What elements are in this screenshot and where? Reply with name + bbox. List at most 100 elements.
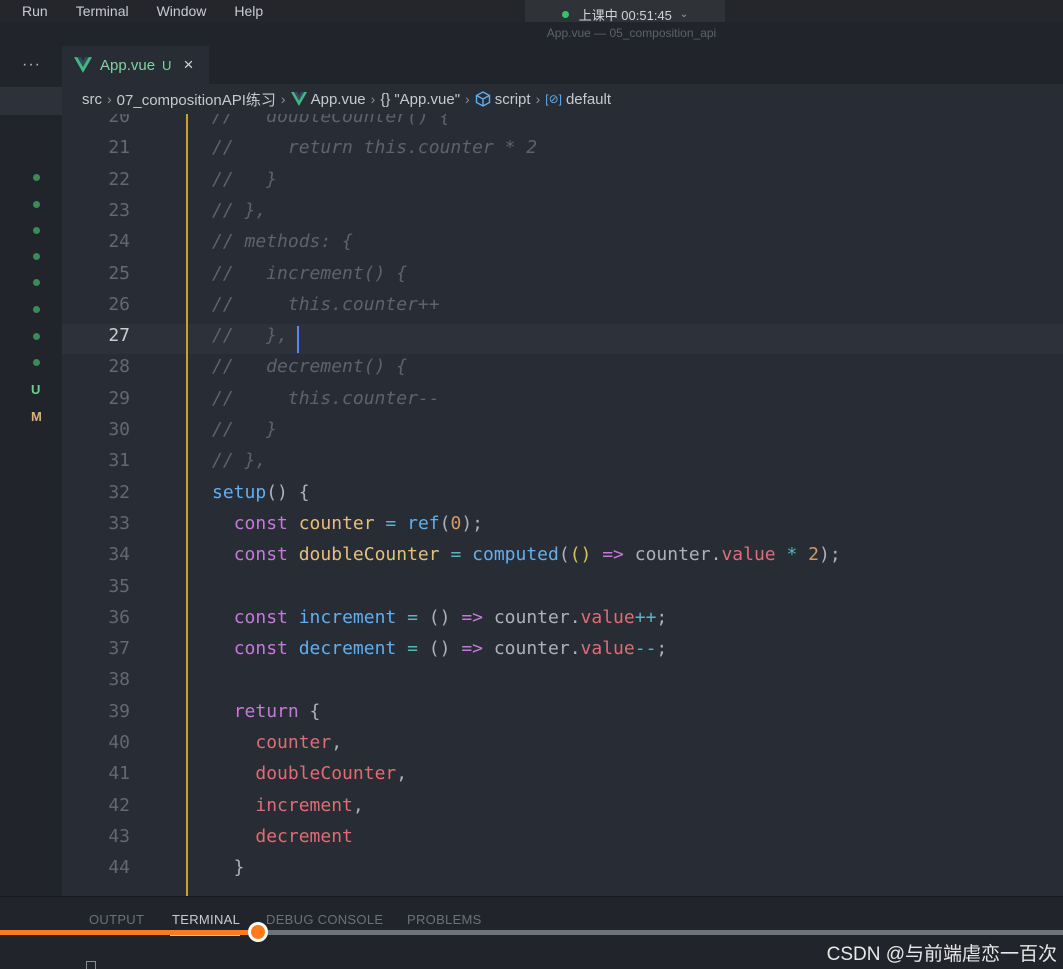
code-token: value (580, 606, 635, 628)
line-number: 32 (108, 481, 130, 503)
line-number: 37 (108, 638, 130, 660)
menu-terminal[interactable]: Terminal (76, 3, 129, 19)
vue-file-icon (290, 92, 307, 106)
breadcrumb-object[interactable]: "App.vue" (394, 91, 460, 108)
line-number: 30 (108, 419, 130, 440)
code-token: doubleCounter (255, 763, 397, 785)
menu-run[interactable]: Run (22, 3, 48, 19)
code-line: // return this.counter * 2 (212, 137, 537, 158)
code-token: counter. (623, 544, 722, 566)
line-number: 31 (108, 450, 130, 472)
code-token: // } (212, 419, 278, 440)
scm-dot-icon (33, 333, 40, 340)
code-token: ( (439, 512, 451, 534)
code-token: , (331, 732, 343, 753)
line-number: 22 (108, 168, 130, 190)
scm-dot-icon (33, 227, 40, 234)
watermark: CSDN @与前端虐恋一百次 (826, 944, 1057, 965)
code-token: => (461, 606, 483, 628)
code-line: increment, (212, 795, 363, 816)
line-number: 26 (108, 293, 130, 315)
tab-problems[interactable]: PROBLEMS (407, 912, 482, 927)
code-token: // methods: { (212, 231, 353, 253)
chevron-right-icon: › (280, 91, 286, 107)
code-token: const (233, 544, 288, 566)
breadcrumb-export[interactable]: default (566, 91, 611, 108)
code-token: counter (255, 732, 332, 753)
code-token: ); (461, 512, 483, 534)
code-line: counter, (212, 732, 342, 753)
code-line: doubleCounter, (212, 763, 407, 784)
scm-dot-icon (33, 174, 40, 181)
code-token: ++ (634, 606, 657, 628)
code-token: () (417, 638, 462, 660)
chevron-right-icon: › (535, 91, 541, 107)
editor-tab-bar: App.vue U × (62, 46, 1063, 84)
code-token: = (407, 606, 418, 628)
code-line: // }, (212, 200, 266, 221)
line-number: 24 (108, 231, 130, 253)
code-line: } (212, 857, 245, 878)
code-token: decrement (298, 638, 397, 660)
scm-dot-icon (33, 253, 40, 260)
line-number: 33 (108, 512, 130, 534)
tab-terminal[interactable]: TERMINAL (172, 912, 240, 927)
code-token: ; (656, 606, 668, 628)
indent-guide-active (186, 114, 188, 896)
breadcrumb-script[interactable]: script (495, 91, 531, 108)
text-caret (297, 326, 299, 353)
code-token: // }, (212, 325, 288, 347)
code-editor[interactable]: 20// doubleCounter() {21// return this.c… (62, 114, 1063, 896)
menu-help[interactable]: Help (234, 3, 263, 19)
code-token: } (212, 857, 245, 879)
tab-app-vue[interactable]: App.vue U × (62, 46, 209, 84)
code-line: // this.counter-- (212, 388, 440, 409)
code-line: // } (212, 419, 277, 440)
more-actions-icon[interactable]: ··· (22, 56, 41, 74)
menu-window[interactable]: Window (157, 3, 207, 19)
line-number: 34 (108, 544, 130, 566)
code-token: // }, (212, 450, 267, 472)
breadcrumb-file[interactable]: App.vue (311, 91, 366, 108)
tab-output[interactable]: OUTPUT (89, 912, 144, 927)
video-progress-handle[interactable] (248, 922, 269, 942)
tab-git-badge: U (162, 57, 172, 73)
code-token: return (233, 700, 299, 722)
close-icon[interactable]: × (183, 55, 193, 75)
scm-modified-marker: M (31, 409, 42, 424)
code-token: setup (212, 481, 267, 503)
code-token: = (407, 638, 418, 660)
code-token: ; (656, 638, 668, 660)
line-number: 42 (108, 794, 130, 816)
code-token: // }, (212, 199, 267, 221)
tab-debug-console[interactable]: DEBUG CONSOLE (266, 912, 383, 927)
breadcrumb-src[interactable]: src (82, 91, 102, 108)
chevron-right-icon: › (465, 91, 470, 107)
breadcrumb-folder[interactable]: 07_compositionAPI练习 (117, 89, 276, 110)
scm-dot-icon (33, 201, 40, 208)
code-token: // this.counter++ (212, 293, 440, 315)
line-number: 27 (108, 325, 130, 347)
code-line: const decrement = () => counter.value--; (212, 638, 668, 660)
line-number: 41 (108, 763, 130, 785)
code-token: increment (298, 606, 397, 628)
code-token: // increment() { (212, 262, 408, 284)
code-line: decrement (212, 826, 353, 847)
chevron-down-icon: ⌄ (679, 8, 689, 20)
left-strip: ··· U M (0, 46, 62, 896)
code-line: // increment() { (212, 263, 407, 284)
code-token: const (233, 606, 288, 628)
line-number: 28 (108, 356, 130, 378)
